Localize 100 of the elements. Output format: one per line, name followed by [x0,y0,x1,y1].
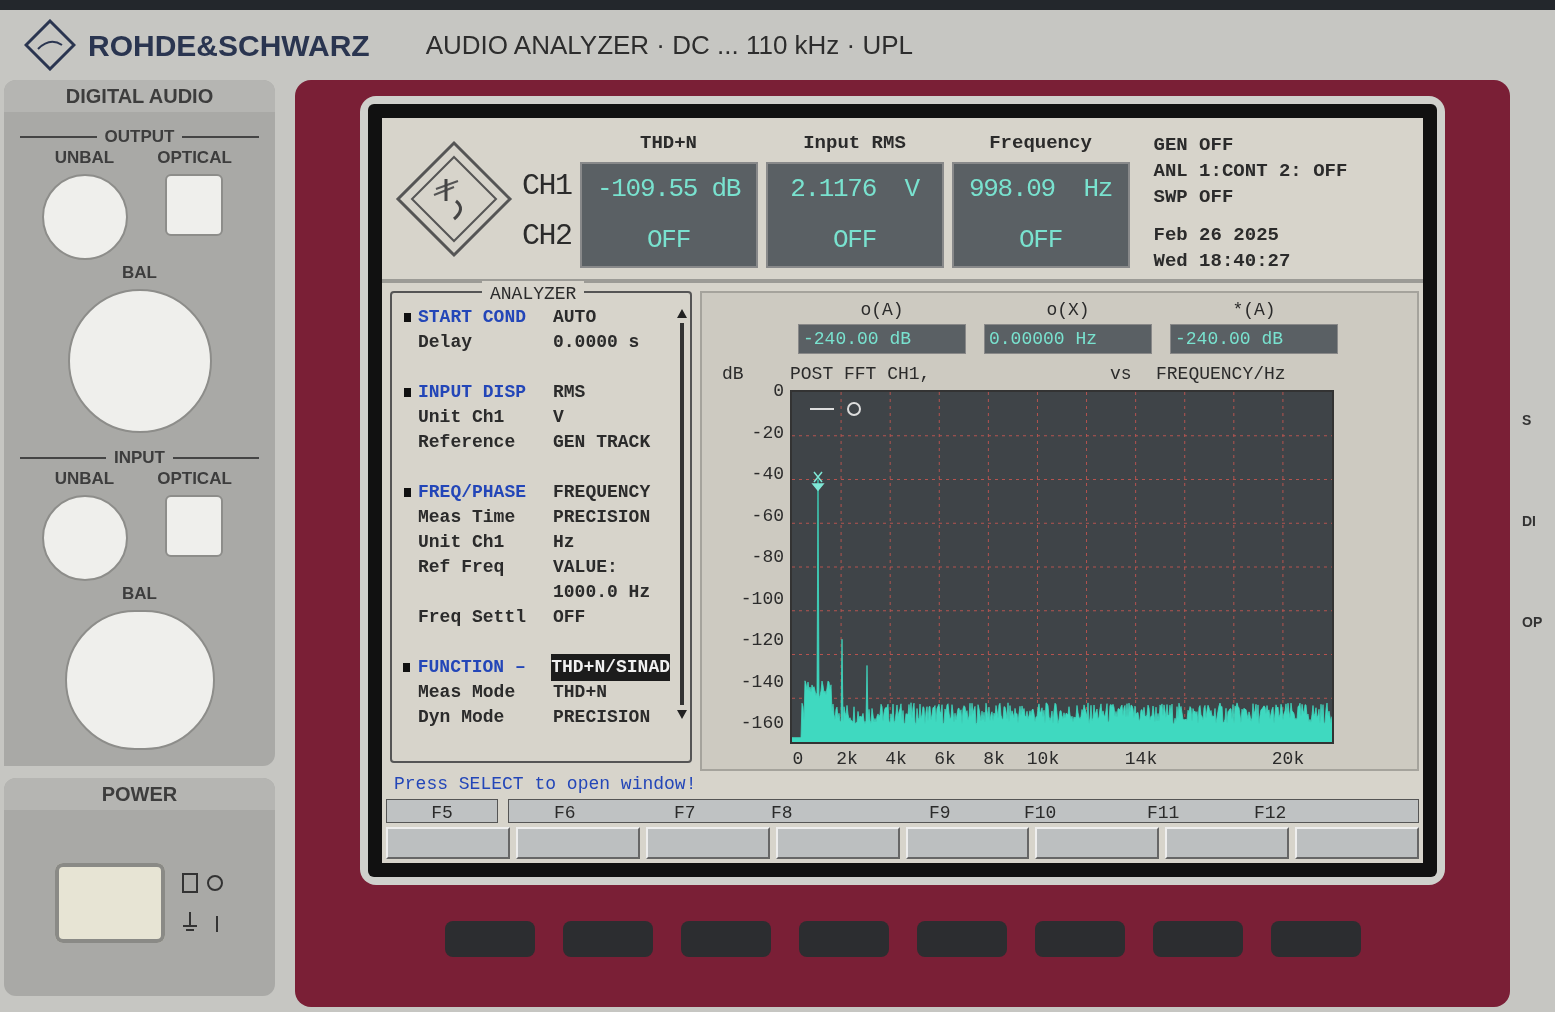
y-tick-label: -60 [751,506,784,525]
channel-label: CH1 [522,170,572,201]
setting-label: INPUT DISP [418,381,528,404]
setting-value[interactable]: 0.0000 s [553,329,640,356]
optical-connector [165,174,224,236]
y-tick-label: -20 [751,423,784,442]
power-switch[interactable] [54,863,165,943]
setting-label: Meas Mode [418,681,517,704]
bullet-icon [403,488,411,497]
graph-title: POST FFT CH1, [790,362,932,386]
ch2-reading: OFF [647,223,690,257]
status-text: GEN OFF [1153,132,1235,158]
connector-label: UNBAL [54,470,115,487]
readout-title: THD+N [640,131,697,157]
x-tick-label: 4k [885,748,907,771]
setting-value[interactable]: FREQUENCY [553,479,651,506]
panel-label: OP [1522,613,1544,632]
connector-label: BAL [122,264,157,281]
marker-label: o(A) [860,299,904,322]
setting-label: Delay [418,331,473,354]
setting-label: Freq Settl [418,606,528,629]
setting-label: Reference [418,431,517,454]
x-tick-label: 2k [836,748,858,771]
channel-label: CH2 [522,220,572,251]
model-title: AUDIO ANALYZER · DC ... 110 kHz · UPL [425,28,914,62]
setting-value[interactable]: Hz [553,529,575,556]
bullet-icon [403,313,411,322]
x-tick-label: 0 [792,748,804,771]
marker-label: o(X) [1046,299,1090,322]
connector-label: BAL [122,585,157,602]
ch1-reading: 998.09 Hz [969,172,1113,206]
hardware-key[interactable] [1034,921,1125,957]
setting-value[interactable]: THD+N/SINAD [551,654,670,681]
hardware-key[interactable] [1152,921,1243,957]
status-text: ANL 1:CONT 2: OFF [1153,158,1348,184]
y-tick-label: -120 [740,631,784,649]
setting-value[interactable]: THD+N [553,679,607,706]
brand-logo-icon [24,19,76,71]
bullet-icon [403,388,411,397]
marker-label: *(A) [1232,299,1276,322]
setting-value[interactable]: 1000.0 Hz [553,579,651,606]
status-text: SWP OFF [1153,184,1235,210]
setting-label: FREQ/PHASE [418,481,528,504]
setting-label: Unit Ch1 [418,531,506,554]
softkey-label-bar: F6 F7 F8 F9 F10 F11 F12 [508,799,1419,823]
x-axis-title: FREQUENCY/Hz [1156,362,1286,386]
setting-value[interactable]: GEN TRACK [553,429,651,456]
y-tick-label: -160 [740,714,784,732]
optical-connector [165,495,224,557]
y-tick-label: -100 [740,589,784,608]
panel-title: POWER [101,782,178,807]
y-tick-label: -80 [751,548,784,566]
marker-readout: -240.00 dB [1170,324,1338,354]
setting-label: Unit Ch1 [418,406,506,429]
setting-value[interactable]: RMS [553,379,586,406]
scrollbar-icon [676,309,688,719]
y-tick-label: -140 [740,672,784,691]
date-text: Feb 26 2025 [1153,222,1280,248]
ch1-reading: -109.55 dB [597,172,741,206]
axis-unit: dB [721,362,745,386]
hardware-key[interactable] [798,921,889,957]
setting-value[interactable]: V [553,404,564,431]
readout-title: Input RMS [803,131,906,157]
group-title: OUTPUT [104,128,175,145]
brand-name: ROHDE&SCHWARZ [88,27,370,64]
ch2-reading: OFF [833,223,876,257]
x-tick-label: 10k [1026,748,1060,771]
y-tick-label: -40 [751,465,784,483]
hardware-key[interactable] [444,921,535,957]
panel-label: DI [1522,512,1537,531]
time-text: Wed 18:40:27 [1153,248,1292,274]
setting-label: Meas Time [418,506,517,529]
ch1-reading: 2.1176 V [790,172,919,206]
setting-label: START COND [418,306,528,329]
connector-label: OPTICAL [157,149,232,166]
hardware-key[interactable] [916,921,1007,957]
graph-title-vs: vs [1110,362,1133,386]
setting-value[interactable]: PRECISION [553,504,651,531]
group-title: INPUT [114,449,165,466]
setting-value[interactable]: VALUE: [553,554,618,581]
hardware-key[interactable] [562,921,653,957]
marker-readout: -240.00 dB [798,324,966,354]
readout-title: Frequency [989,131,1092,157]
x-tick-label: 14k [1124,748,1158,771]
setting-label: FUNCTION – [417,656,527,679]
setting-value[interactable]: PRECISION [553,704,651,731]
bullet-icon [403,663,411,672]
setting-label: Dyn Mode [418,706,506,729]
x-tick-label: 20k [1271,748,1305,771]
x-tick-label: 6k [934,748,956,771]
x-tick-label: 8k [983,748,1005,771]
status-message: Press SELECT to open window! [393,773,698,795]
setting-label: Ref Freq [418,556,506,579]
ch2-reading: OFF [1019,223,1062,257]
setting-value[interactable]: OFF [553,604,586,631]
marker-x-icon [812,471,825,491]
logo-icon [394,138,514,259]
hardware-key[interactable] [680,921,771,957]
hardware-key[interactable] [1270,921,1361,957]
connector-label: OPTICAL [157,470,232,487]
